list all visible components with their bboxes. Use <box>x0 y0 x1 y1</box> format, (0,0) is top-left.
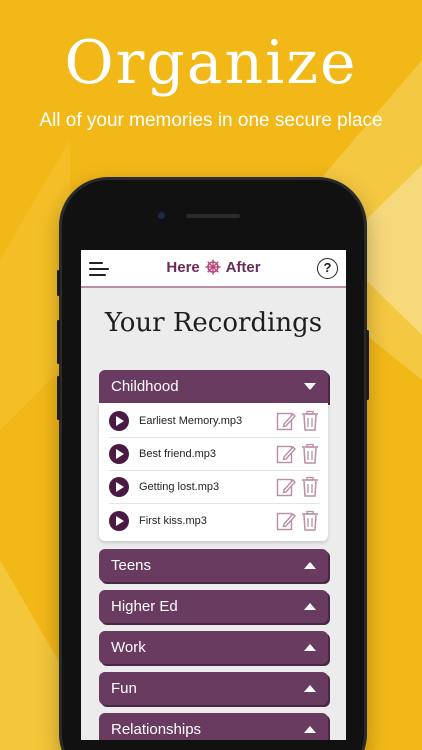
chevron-up-icon <box>304 562 316 569</box>
play-icon[interactable] <box>109 477 129 497</box>
category-title: Work <box>111 639 146 656</box>
phone-mute-switch <box>57 270 60 296</box>
phone-frame: Here After ? Your Recordings Childhood E… <box>57 180 369 750</box>
hereafter-logo: Here After <box>81 259 346 276</box>
category-fun: Fun <box>99 672 328 705</box>
recording-row: Best friend.mp3 <box>109 438 320 471</box>
category-work: Work <box>99 631 328 664</box>
category-header-higher-ed[interactable]: Higher Ed <box>99 590 328 623</box>
recording-categories: Childhood Earliest Memory.mp3 Best frien… <box>99 370 328 740</box>
play-icon[interactable] <box>109 510 129 531</box>
trash-icon[interactable] <box>300 410 320 432</box>
category-teens: Teens <box>99 549 328 582</box>
play-icon[interactable] <box>109 411 129 431</box>
edit-icon[interactable] <box>276 443 296 465</box>
promo-subheadline: All of your memories in one secure place <box>39 110 383 131</box>
edit-icon[interactable] <box>276 410 296 432</box>
trash-icon[interactable] <box>300 510 320 532</box>
app-screen: Here After ? Your Recordings Childhood E… <box>81 250 346 740</box>
recording-row: First kiss.mp3 <box>109 504 320 537</box>
recording-name: Getting lost.mp3 <box>139 481 220 493</box>
category-header-relationships[interactable]: Relationships <box>99 713 328 740</box>
phone-power-button <box>366 330 369 400</box>
edit-icon[interactable] <box>276 510 296 532</box>
recording-name: First kiss.mp3 <box>139 514 207 527</box>
category-header-childhood[interactable]: Childhood <box>99 370 328 403</box>
recording-row: Earliest Memory.mp3 <box>109 405 320 438</box>
category-header-teens[interactable]: Teens <box>99 549 328 582</box>
category-title: Relationships <box>111 721 202 738</box>
front-camera <box>158 212 165 219</box>
page-title: Your Recordings <box>104 308 323 338</box>
category-higher-ed: Higher Ed <box>99 590 328 623</box>
recording-row: Getting lost.mp3 <box>109 471 320 504</box>
category-title: Higher Ed <box>111 598 178 615</box>
earpiece-speaker <box>186 214 240 218</box>
logo-text-here: Here <box>166 259 200 276</box>
play-icon[interactable] <box>109 444 129 464</box>
category-childhood: Childhood Earliest Memory.mp3 Best frien… <box>99 370 328 541</box>
category-header-fun[interactable]: Fun <box>99 672 328 705</box>
chevron-down-icon <box>304 383 316 390</box>
category-header-work[interactable]: Work <box>99 631 328 664</box>
promo-headline: Organize <box>64 28 358 98</box>
category-title: Fun <box>111 680 137 697</box>
phone-volume-up <box>57 320 60 364</box>
chevron-up-icon <box>304 603 316 610</box>
recording-name: Earliest Memory.mp3 <box>139 415 243 427</box>
help-icon[interactable]: ? <box>317 258 338 279</box>
edit-icon[interactable] <box>276 476 296 498</box>
trash-icon[interactable] <box>300 443 320 465</box>
logo-text-after: After <box>225 259 261 276</box>
category-relationships: Relationships <box>99 713 328 740</box>
chevron-up-icon <box>304 726 316 733</box>
phone-volume-down <box>57 376 60 420</box>
ship-wheel-icon <box>205 259 221 275</box>
recording-list: Earliest Memory.mp3 Best friend.mp3 Gett… <box>99 403 328 541</box>
chevron-up-icon <box>304 644 316 651</box>
category-title: Teens <box>111 557 152 574</box>
trash-icon[interactable] <box>300 476 320 498</box>
app-header: Here After ? <box>81 250 346 288</box>
category-title: Childhood <box>111 378 179 395</box>
chevron-up-icon <box>304 685 316 692</box>
recording-name: Best friend.mp3 <box>139 448 217 460</box>
